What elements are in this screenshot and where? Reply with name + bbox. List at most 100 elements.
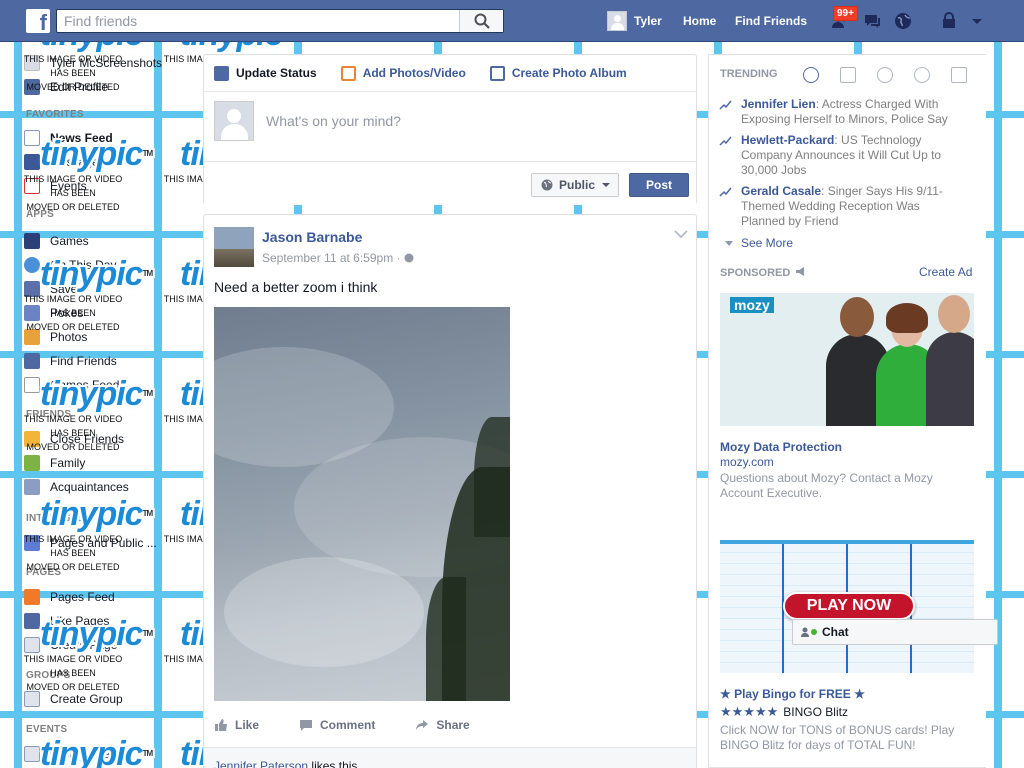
poke-hand-icon [24, 305, 40, 321]
nav-home-link[interactable]: Home [683, 14, 716, 28]
ad-title[interactable]: Mozy Data Protection [720, 440, 842, 454]
news-feed-label: News Feed [50, 131, 113, 145]
science-gear-icon[interactable] [877, 67, 893, 83]
messages-icon[interactable] [862, 11, 882, 31]
photos-icon [24, 329, 40, 345]
clock-icon [24, 257, 40, 273]
left-nav-pages-feed[interactable]: Pages Feed [24, 588, 115, 606]
facebook-logo[interactable]: f [26, 9, 50, 33]
left-nav-games[interactable]: Games [24, 232, 89, 250]
story-timestamp[interactable]: September 11 at 6:59pm · [262, 251, 414, 265]
ad-url[interactable]: mozy.com [720, 455, 774, 469]
search-icon [474, 13, 490, 29]
left-nav-events[interactable]: Events [24, 177, 87, 195]
tab-create-album-label: Create Photo Album [511, 66, 627, 80]
trending-top-icon[interactable] [803, 67, 819, 83]
author-avatar[interactable] [214, 227, 254, 267]
left-nav-create-event[interactable]: Create Event [24, 745, 120, 763]
bingo-ad-image[interactable]: PLAY NOW [720, 540, 974, 673]
search-button[interactable] [459, 10, 503, 32]
story-photo[interactable] [214, 307, 510, 701]
ad-title[interactable]: ★ Play Bingo for FREE ★ [720, 687, 865, 701]
nav-profile-link[interactable]: Tyler [607, 11, 662, 31]
left-nav-saved[interactable]: Saved [24, 280, 84, 298]
sports-ball-icon[interactable] [914, 67, 930, 83]
trending-item[interactable]: Gerald Casale: Singer Says His 9/11-Them… [719, 184, 964, 229]
like-pages-label: Like Pages [50, 614, 110, 628]
left-nav-profile[interactable]: Tyler McScreenshots [24, 54, 162, 72]
create-event-label: Create Event [50, 747, 121, 761]
post-button[interactable]: Post [629, 173, 689, 197]
plus-icon [24, 637, 40, 653]
status-input[interactable]: What's on your mind? [266, 113, 401, 129]
pages-public-label: Pages and Public ... [50, 536, 157, 550]
privacy-shortcuts-icon[interactable] [939, 11, 959, 31]
family-label: Family [50, 456, 86, 470]
person-icon [801, 627, 809, 637]
left-nav-news-feed[interactable]: News Feed [24, 129, 113, 147]
trademark-mark: TM [142, 509, 154, 518]
notification-badge: 99+ [833, 6, 858, 21]
privacy-selector[interactable]: Public [531, 173, 619, 197]
pencil-icon [214, 65, 229, 81]
like-button[interactable]: Like [214, 718, 259, 732]
left-nav-photos[interactable]: Photos [24, 328, 87, 346]
plus-icon [24, 746, 40, 762]
left-nav-create-page[interactable]: Create Page [24, 636, 117, 654]
trending-text: Jennifer Lien: Actress Charged With Expo… [741, 97, 964, 127]
account-menu-chevron-down-icon[interactable] [967, 11, 987, 31]
tinypic-watermark: tinypicTM THIS IMAGE OR VIDEO HAS BEEN M… [18, 136, 153, 214]
share-button[interactable]: Share [415, 718, 470, 732]
trademark-mark: TM [142, 749, 154, 758]
left-nav-like-pages[interactable]: Like Pages [24, 612, 109, 630]
notifications-globe-icon[interactable] [893, 11, 913, 31]
flag-icon [24, 589, 40, 605]
chat-label: Chat [822, 625, 849, 639]
messages-icon [24, 154, 40, 170]
story-options-chevron-down-icon[interactable] [674, 229, 688, 239]
avatar [607, 11, 627, 31]
left-nav-games-feed[interactable]: Games Feed [24, 376, 119, 394]
trending-item[interactable]: Hewlett-Packard: US Technology Company A… [719, 133, 964, 178]
comment-label: Comment [320, 718, 376, 732]
gamepad-icon [24, 377, 40, 393]
entertainment-camera-icon[interactable] [951, 67, 967, 83]
left-nav-on-this-day[interactable]: On This Day [24, 256, 116, 274]
friends-icon [24, 353, 40, 369]
left-nav-edit-profile[interactable]: Edit Profile [24, 78, 108, 96]
liker-link[interactable]: Jennifer Paterson [214, 759, 308, 768]
status-composer: Update Status Add Photos/Video Create Ph… [203, 54, 697, 205]
search-input[interactable] [57, 10, 457, 32]
mozy-ad-image[interactable]: mozy [720, 293, 974, 426]
comment-button[interactable]: Comment [299, 718, 375, 732]
tab-add-photos[interactable]: Add Photos/Video [340, 65, 466, 81]
composer-footer: Public Post [204, 161, 696, 205]
left-nav-close-friends[interactable]: Close Friends [24, 430, 124, 448]
trending-text: Hewlett-Packard: US Technology Company A… [741, 133, 964, 178]
create-page-label: Create Page [50, 638, 118, 652]
left-nav-family[interactable]: Family [24, 454, 85, 472]
trending-item[interactable]: Jennifer Lien: Actress Charged With Expo… [719, 97, 964, 127]
tab-update-status[interactable]: Update Status [214, 65, 317, 81]
likes-suffix: likes this. [308, 759, 361, 768]
left-nav-messages[interactable]: Messages [24, 153, 105, 171]
left-nav-create-group[interactable]: Create Group [24, 690, 123, 708]
globe-icon [404, 253, 414, 263]
profile-name: Tyler McScreenshots [50, 56, 163, 70]
trending-arrow-icon [719, 136, 732, 146]
chat-tab[interactable]: Chat [792, 619, 998, 645]
left-nav-pokes[interactable]: Pokes [24, 304, 83, 322]
politics-icon[interactable] [840, 67, 856, 83]
like-label: Like [235, 718, 260, 732]
section-pages: PAGES [26, 567, 62, 578]
nav-find-friends-link[interactable]: Find Friends [735, 14, 807, 28]
left-nav-pages-public[interactable]: Pages and Public ... [24, 534, 157, 552]
story-author-name[interactable]: Jason Barnabe [262, 229, 362, 245]
house-icon [24, 455, 40, 471]
create-ad-link[interactable]: Create Ad [919, 265, 972, 279]
left-nav-acquaintances[interactable]: Acquaintances [24, 478, 129, 496]
left-nav-find-friends[interactable]: Find Friends [24, 352, 117, 370]
tab-create-album[interactable]: Create Photo Album [489, 65, 627, 81]
trending-arrow-icon [719, 187, 732, 197]
see-more-link[interactable]: See More [725, 236, 793, 250]
